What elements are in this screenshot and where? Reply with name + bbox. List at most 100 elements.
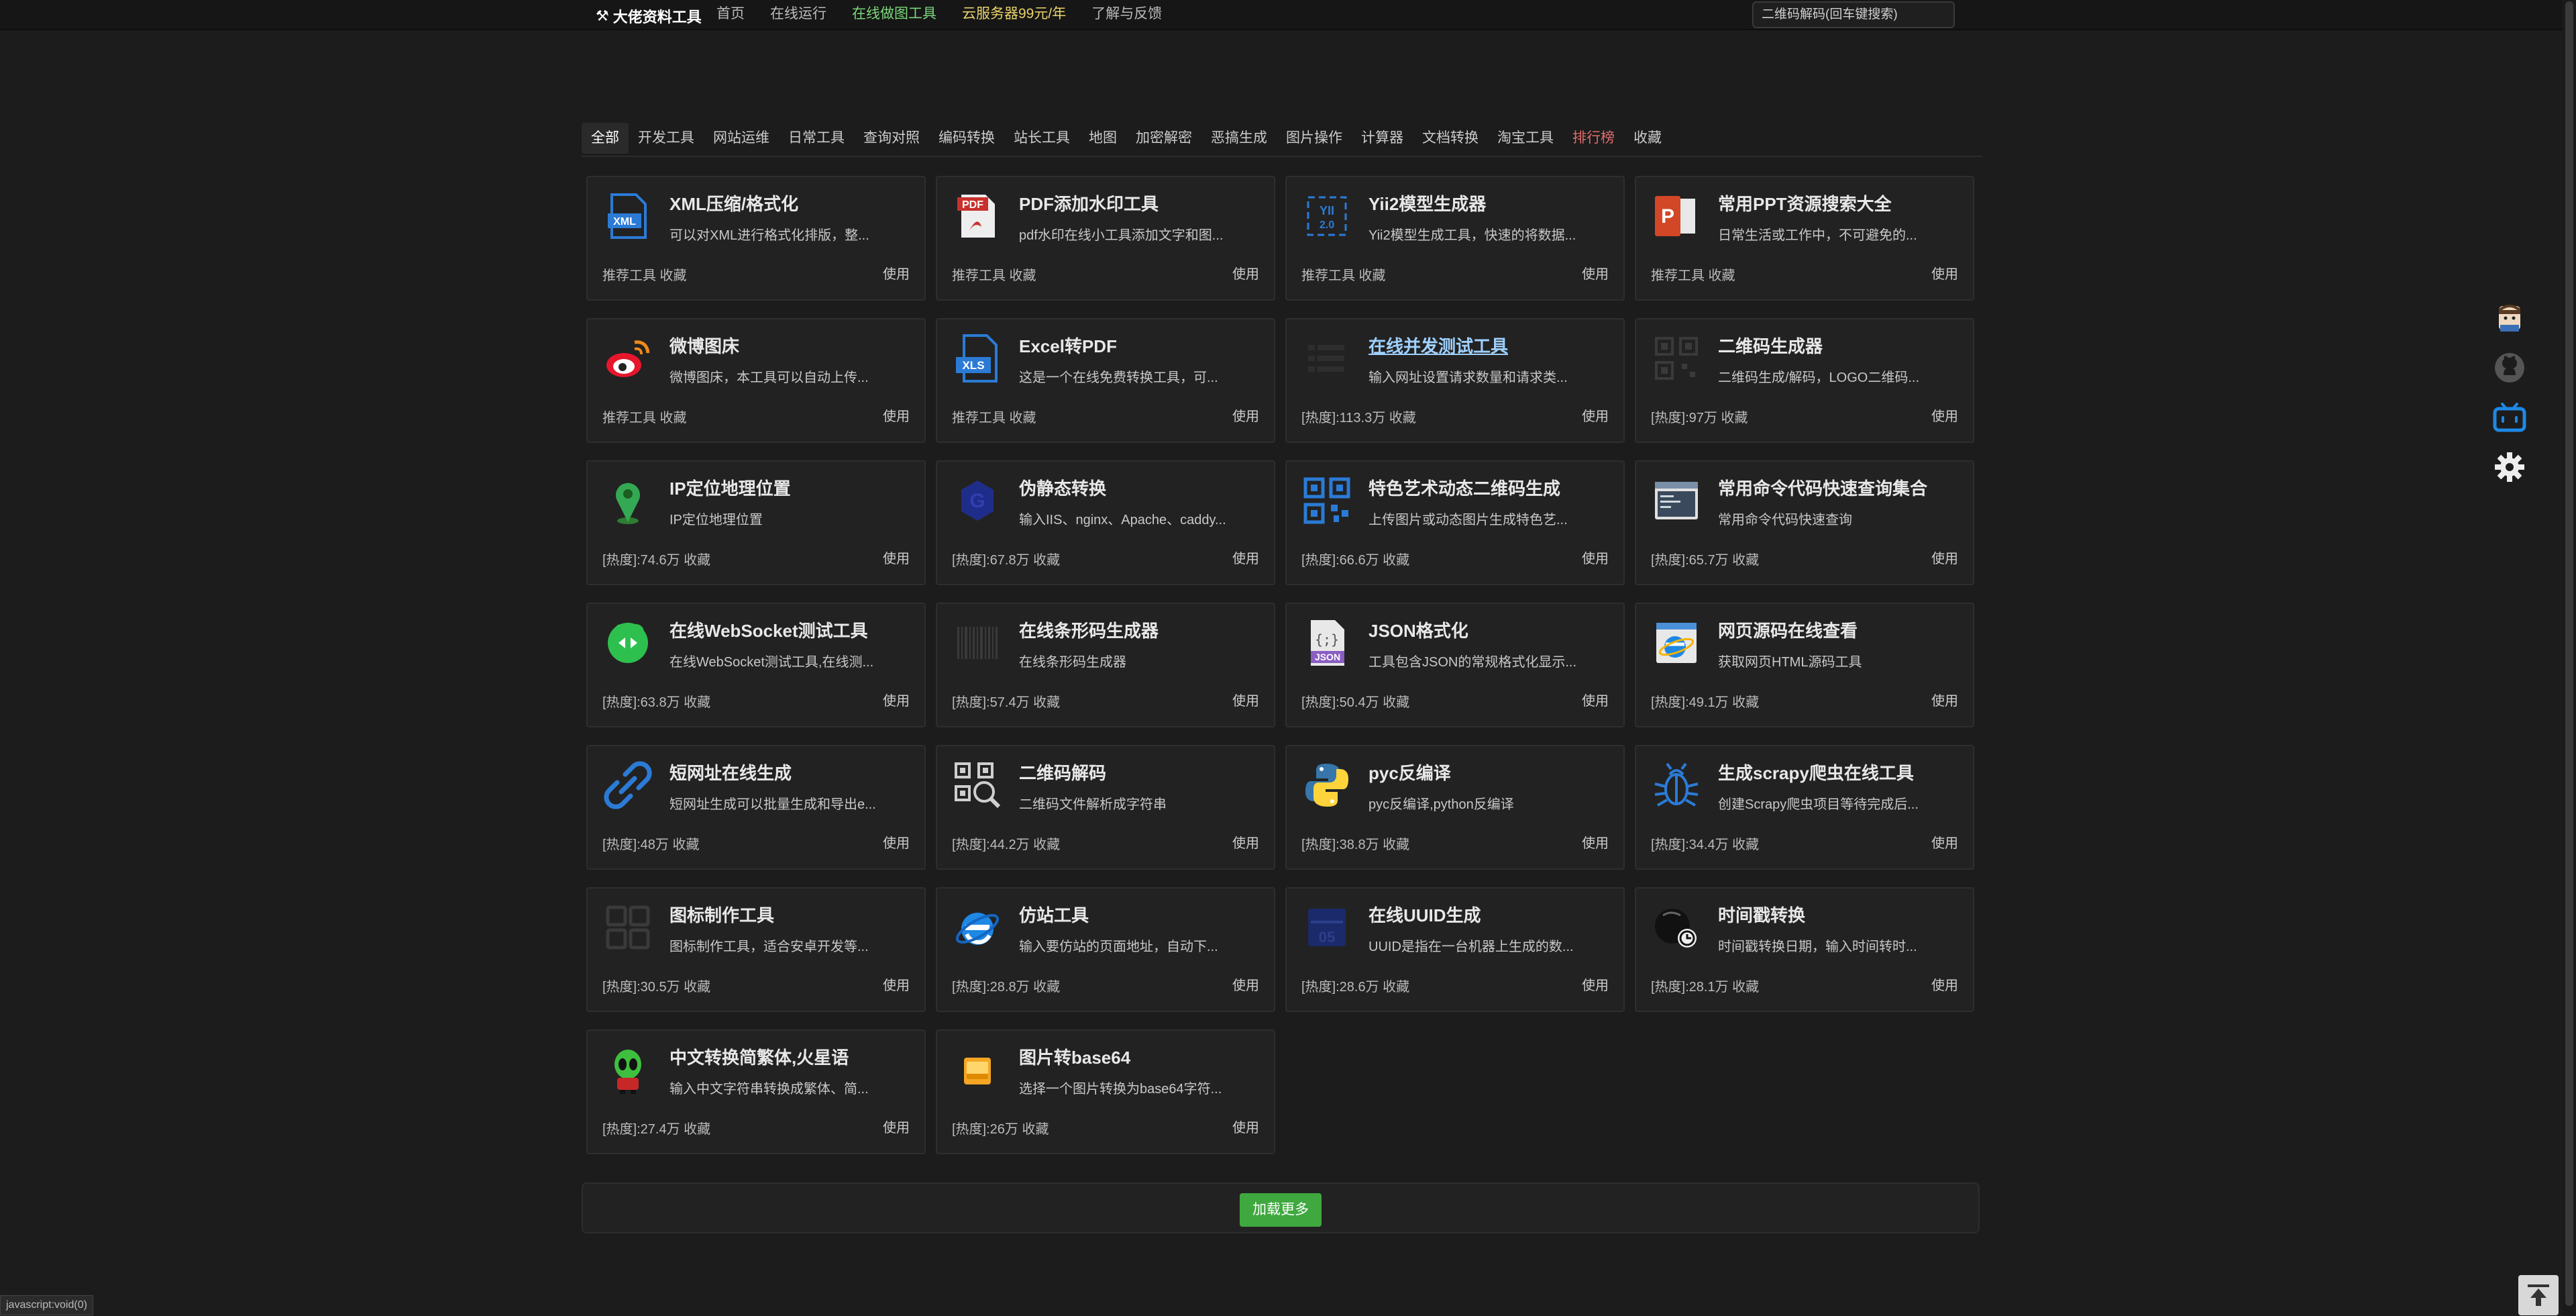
tool-title[interactable]: 二维码解码 (1019, 760, 1106, 784)
use-button[interactable]: 使用 (883, 974, 910, 994)
nav-link[interactable]: 在线运行 (770, 4, 826, 24)
github-icon[interactable] (2493, 350, 2526, 385)
bilibili-icon[interactable] (2493, 400, 2526, 435)
nav-link[interactable]: 首页 (716, 4, 745, 24)
use-button[interactable]: 使用 (1582, 974, 1609, 994)
tool-title[interactable]: pyc反编译 (1368, 760, 1451, 784)
tool-title[interactable]: 时间戳转换 (1718, 902, 1805, 927)
tool-title[interactable]: 常用PPT资源搜索大全 (1718, 191, 1892, 215)
category-tab[interactable]: 编码转换 (929, 123, 1004, 154)
use-button[interactable]: 使用 (1582, 690, 1609, 709)
category-tab[interactable]: 全部 (582, 123, 629, 154)
tool-card[interactable]: 在线WebSocket测试工具 在线WebSocket测试工具,在线测... [热度… (586, 603, 926, 727)
tool-title[interactable]: 二维码生成器 (1718, 333, 1823, 358)
use-button[interactable]: 使用 (1232, 405, 1259, 425)
tool-title[interactable]: JSON格式化 (1368, 617, 1468, 642)
category-tab[interactable]: 站长工具 (1004, 123, 1079, 154)
category-tab[interactable]: 计算器 (1352, 123, 1413, 154)
back-to-top-button[interactable] (2518, 1275, 2559, 1315)
tool-card[interactable]: XLS Excel转PDF 这是一个在线免费转换工具，可... 推荐工具 收藏 使用 (936, 318, 1275, 443)
search-input[interactable] (1752, 1, 1955, 28)
tool-card[interactable]: 仿站工具 输入要仿站的页面地址，自动下... [热度]:28.8万 收藏 使用 (936, 887, 1275, 1012)
settings-icon[interactable] (2493, 450, 2526, 485)
use-button[interactable]: 使用 (883, 832, 910, 852)
use-button[interactable]: 使用 (883, 263, 910, 283)
use-button[interactable]: 使用 (1232, 263, 1259, 283)
tool-card[interactable]: 中文转换简繁体,火星语 输入中文字符串转换成繁体、简... [热度]:27.4万 收… (586, 1029, 926, 1154)
use-button[interactable]: 使用 (1931, 405, 1958, 425)
category-tab[interactable]: 收藏 (1624, 123, 1671, 154)
category-tab[interactable]: 查询对照 (854, 123, 929, 154)
tool-card[interactable]: 二维码解码 二维码文件解析成字符串 [热度]:44.2万 收藏 使用 (936, 745, 1275, 870)
tool-card[interactable]: 生成scrapy爬虫在线工具 创建Scrapy爬虫项目等待完成后... [热度]:3… (1635, 745, 1974, 870)
brand-logo[interactable]: ⚒ 大佬资料工具 (596, 5, 702, 27)
use-button[interactable]: 使用 (1232, 974, 1259, 994)
tool-title[interactable]: 生成scrapy爬虫在线工具 (1718, 760, 1914, 784)
use-button[interactable]: 使用 (883, 1117, 910, 1136)
tool-title[interactable]: Excel转PDF (1019, 333, 1117, 358)
category-tab[interactable]: 图片操作 (1277, 123, 1352, 154)
tool-title[interactable]: 图标制作工具 (669, 902, 774, 927)
use-button[interactable]: 使用 (883, 690, 910, 709)
tool-card[interactable]: 二维码生成器 二维码生成/解码，LOGO二维码... [热度]:97万 收藏 使用 (1635, 318, 1974, 443)
tool-card[interactable]: pyc反编译 pyc反编译,python反编译 [热度]:38.8万 收藏 使用 (1285, 745, 1625, 870)
use-button[interactable]: 使用 (1232, 832, 1259, 852)
use-button[interactable]: 使用 (1931, 832, 1958, 852)
tool-title[interactable]: 图片转base64 (1019, 1044, 1130, 1069)
tool-card[interactable]: 常用命令代码快速查询集合 常用命令代码快速查询 [热度]:65.7万 收藏 使用 (1635, 460, 1974, 585)
tool-title[interactable]: 伪静态转换 (1019, 475, 1106, 500)
tool-card[interactable]: 微博图床 微博图床，本工具可以自动上传... 推荐工具 收藏 使用 (586, 318, 926, 443)
tool-card[interactable]: 短网址在线生成 短网址生成可以批量生成和导出e... [热度]:48万 收藏 使用 (586, 745, 926, 870)
category-tab[interactable]: 网站运维 (704, 123, 779, 154)
tool-title[interactable]: 在线条形码生成器 (1019, 617, 1159, 642)
tool-card[interactable]: IP定位地理位置 IP定位地理位置 [热度]:74.6万 收藏 使用 (586, 460, 926, 585)
tool-title[interactable]: 特色艺术动态二维码生成 (1368, 475, 1560, 500)
tool-title[interactable]: PDF添加水印工具 (1019, 191, 1159, 215)
category-tab[interactable]: 排行榜 (1563, 123, 1624, 154)
category-tab[interactable]: 淘宝工具 (1488, 123, 1563, 154)
tool-title[interactable]: 微博图床 (669, 333, 739, 358)
category-tab[interactable]: 文档转换 (1413, 123, 1488, 154)
use-button[interactable]: 使用 (1582, 548, 1609, 567)
category-tab[interactable]: 地图 (1079, 123, 1126, 154)
tool-card[interactable]: 05 在线UUID生成 UUID是指在一台机器上生成的数... [热度]:28.6万 … (1285, 887, 1625, 1012)
tool-card[interactable]: 时间戳转换 时间戳转换日期，输入时间转时... [热度]:28.1万 收藏 使用 (1635, 887, 1974, 1012)
tool-card[interactable]: XML XML压缩/格式化 可以对XML进行格式化排版，整... 推荐工具 收藏 使用 (586, 176, 926, 301)
tool-title[interactable]: 在线并发测试工具 (1368, 333, 1508, 358)
tool-title[interactable]: 中文转换简繁体,火星语 (669, 1044, 849, 1069)
tool-title[interactable]: Yii2模型生成器 (1368, 191, 1486, 215)
tool-card[interactable]: 在线并发测试工具 输入网址设置请求数量和请求类... [热度]:113.3万 收藏 使… (1285, 318, 1625, 443)
category-tab[interactable]: 加密解密 (1126, 123, 1201, 154)
scrollbar-thumb[interactable] (2565, 1, 2573, 1306)
tool-title[interactable]: XML压缩/格式化 (669, 191, 798, 215)
category-tab[interactable]: 恶搞生成 (1201, 123, 1277, 154)
avatar-icon[interactable] (2493, 301, 2526, 336)
use-button[interactable]: 使用 (1232, 690, 1259, 709)
use-button[interactable]: 使用 (883, 405, 910, 425)
use-button[interactable]: 使用 (883, 548, 910, 567)
use-button[interactable]: 使用 (1931, 690, 1958, 709)
tool-card[interactable]: 在线条形码生成器 在线条形码生成器 [热度]:57.4万 收藏 使用 (936, 603, 1275, 727)
tool-title[interactable]: 仿站工具 (1019, 902, 1089, 927)
tool-title[interactable]: 短网址在线生成 (669, 760, 792, 784)
use-button[interactable]: 使用 (1931, 548, 1958, 567)
use-button[interactable]: 使用 (1582, 832, 1609, 852)
tool-card[interactable]: YII 2.0 Yii2模型生成器 Yii2模型生成工具，快速的将数据... 推荐工具 … (1285, 176, 1625, 301)
tool-title[interactable]: 在线WebSocket测试工具 (669, 617, 868, 642)
tool-card[interactable]: G 伪静态转换 输入IIS、nginx、Apache、caddy... [热度]:67… (936, 460, 1275, 585)
tool-title[interactable]: 常用命令代码快速查询集合 (1718, 475, 1927, 500)
category-tab[interactable]: 开发工具 (629, 123, 704, 154)
tool-title[interactable]: IP定位地理位置 (669, 475, 791, 500)
load-more-button[interactable]: 加载更多 (1240, 1193, 1322, 1227)
nav-link[interactable]: 在线做图工具 (852, 4, 936, 24)
nav-link[interactable]: 了解与反馈 (1091, 4, 1162, 24)
use-button[interactable]: 使用 (1232, 1117, 1259, 1136)
tool-card[interactable]: {;} JSON JSON格式化 工具包含JSON的常规格式化显示... [热度]:50… (1285, 603, 1625, 727)
tool-card[interactable]: 网页源码在线查看 获取网页HTML源码工具 [热度]:49.1万 收藏 使用 (1635, 603, 1974, 727)
use-button[interactable]: 使用 (1582, 405, 1609, 425)
tool-title[interactable]: 网页源码在线查看 (1718, 617, 1858, 642)
category-tab[interactable]: 日常工具 (779, 123, 854, 154)
nav-link[interactable]: 云服务器99元/年 (962, 4, 1066, 24)
tool-card[interactable]: 特色艺术动态二维码生成 上传图片或动态图片生成特色艺... [热度]:66.6万 收… (1285, 460, 1625, 585)
tool-card[interactable]: 图片转base64 选择一个图片转换为base64字符... [热度]:26万 收藏… (936, 1029, 1275, 1154)
